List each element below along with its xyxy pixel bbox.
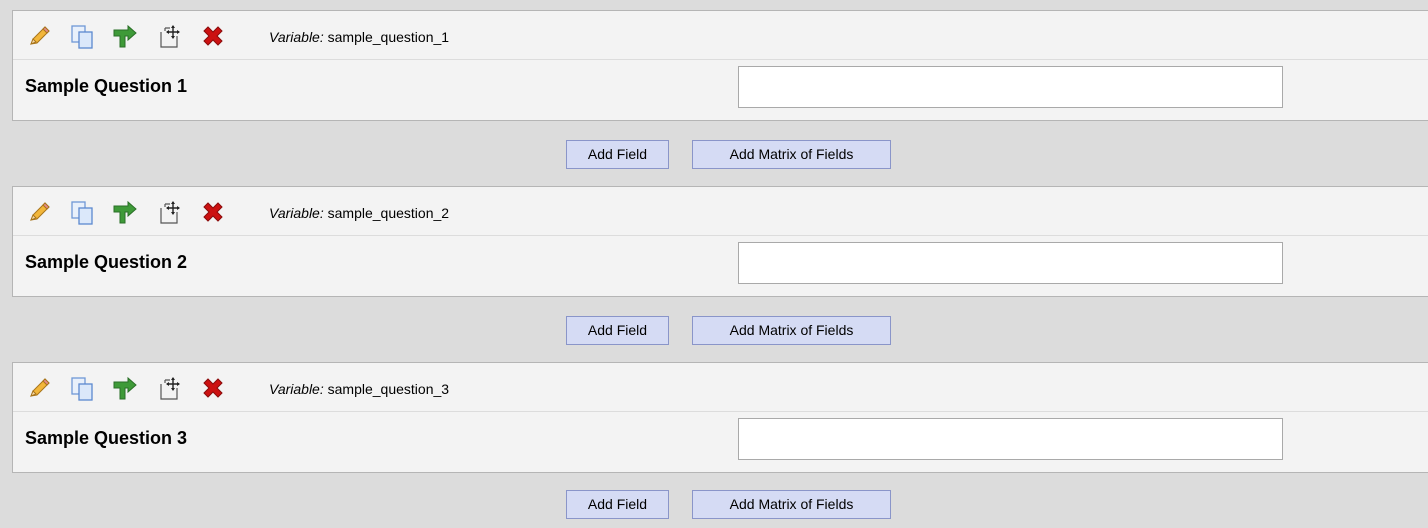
text-input[interactable] — [738, 66, 1283, 108]
copy-icon[interactable] — [69, 23, 97, 51]
field-body: Sample Question 2 — [13, 236, 1428, 298]
variable-prefix: Variable: — [269, 381, 324, 397]
add-buttons-row: Add Field Add Matrix of Fields — [0, 316, 1428, 346]
add-buttons-row: Add Field Add Matrix of Fields — [0, 490, 1428, 520]
variable-name: Variable: sample_question_2 — [269, 205, 449, 221]
copy-icon[interactable] — [69, 199, 97, 227]
variable-name: Variable: sample_question_1 — [269, 29, 449, 45]
add-field-button[interactable]: Add Field — [566, 490, 669, 519]
add-matrix-of-fields-button[interactable]: Add Matrix of Fields — [692, 490, 891, 519]
text-input[interactable] — [738, 242, 1283, 284]
field-block-3: Variable: sample_question_3 Sample Quest… — [12, 362, 1428, 473]
add-matrix-of-fields-button[interactable]: Add Matrix of Fields — [692, 316, 891, 345]
field-label: Sample Question 2 — [25, 252, 188, 272]
pencil-icon[interactable] — [25, 199, 53, 227]
variable-prefix: Variable: — [269, 205, 324, 221]
field-toolbar: Variable: sample_question_1 — [13, 11, 1428, 60]
move-icon[interactable] — [156, 199, 184, 227]
text-input[interactable] — [738, 418, 1283, 460]
branching-arrow-icon[interactable] — [111, 23, 139, 51]
move-icon[interactable] — [156, 375, 184, 403]
pencil-icon[interactable] — [25, 375, 53, 403]
delete-x-icon[interactable] — [199, 199, 227, 227]
move-icon[interactable] — [156, 23, 184, 51]
delete-x-icon[interactable] — [199, 375, 227, 403]
variable-value: sample_question_2 — [327, 205, 450, 221]
field-toolbar: Variable: sample_question_2 — [13, 187, 1428, 236]
field-label: Sample Question 3 — [25, 428, 188, 448]
field-toolbar: Variable: sample_question_3 — [13, 363, 1428, 412]
field-label: Sample Question 1 — [25, 76, 188, 96]
delete-x-icon[interactable] — [199, 23, 227, 51]
add-field-button[interactable]: Add Field — [566, 140, 669, 169]
field-body: Sample Question 3 — [13, 412, 1428, 474]
field-block-1: Variable: sample_question_1 Sample Quest… — [12, 10, 1428, 121]
add-field-button[interactable]: Add Field — [566, 316, 669, 345]
branching-arrow-icon[interactable] — [111, 375, 139, 403]
variable-prefix: Variable: — [269, 29, 324, 45]
copy-icon[interactable] — [69, 375, 97, 403]
add-matrix-of-fields-button[interactable]: Add Matrix of Fields — [692, 140, 891, 169]
branching-arrow-icon[interactable] — [111, 199, 139, 227]
field-block-2: Variable: sample_question_2 Sample Quest… — [12, 186, 1428, 297]
field-body: Sample Question 1 — [13, 60, 1428, 122]
variable-value: sample_question_1 — [327, 29, 450, 45]
variable-name: Variable: sample_question_3 — [269, 381, 449, 397]
add-buttons-row: Add Field Add Matrix of Fields — [0, 140, 1428, 170]
pencil-icon[interactable] — [25, 23, 53, 51]
variable-value: sample_question_3 — [327, 381, 450, 397]
